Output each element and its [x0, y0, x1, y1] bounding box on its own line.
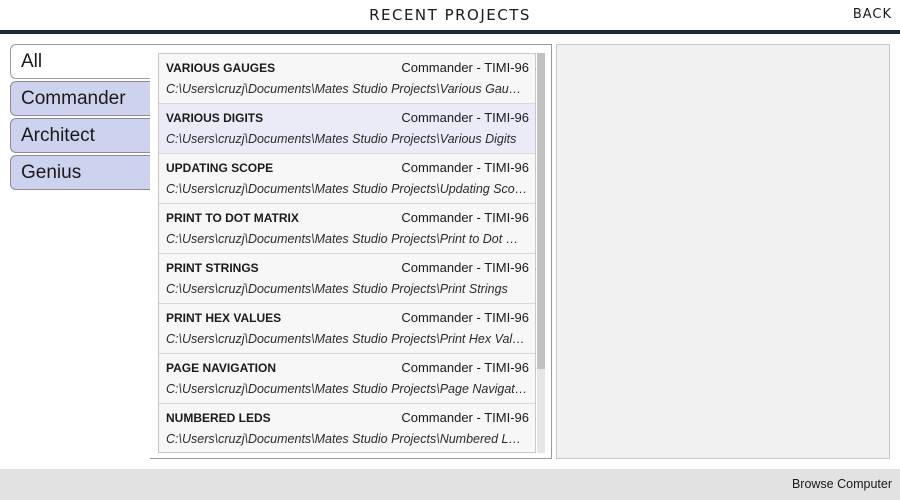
- project-path: C:\Users\cruzj\Documents\Mates Studio Pr…: [166, 82, 528, 96]
- project-name: VARIOUS GAUGES: [166, 61, 276, 75]
- project-row[interactable]: UPDATING SCOPE Commander - TIMI-96 C:\Us…: [159, 154, 535, 204]
- project-path: C:\Users\cruzj\Documents\Mates Studio Pr…: [166, 232, 528, 246]
- project-device: Commander - TIMI-96: [401, 360, 529, 375]
- project-row[interactable]: PAGE NAVIGATION Commander - TIMI-96 C:\U…: [159, 354, 535, 404]
- project-name: PAGE NAVIGATION: [166, 361, 277, 375]
- project-name: VARIOUS DIGITS: [166, 111, 264, 125]
- project-device: Commander - TIMI-96: [401, 210, 529, 225]
- project-path: C:\Users\cruzj\Documents\Mates Studio Pr…: [166, 182, 528, 196]
- project-device: Commander - TIMI-96: [401, 260, 529, 275]
- footer-bar: Browse Computer: [0, 469, 900, 500]
- project-row[interactable]: NUMBERED LEDS Commander - TIMI-96 C:\Use…: [159, 404, 535, 452]
- project-row[interactable]: PRINT STRINGS Commander - TIMI-96 C:\Use…: [159, 254, 535, 304]
- project-list-scrollbar[interactable]: [537, 53, 545, 453]
- project-device: Commander - TIMI-96: [401, 60, 529, 75]
- project-device: Commander - TIMI-96: [401, 410, 529, 425]
- project-name: PRINT TO DOT MATRIX: [166, 211, 299, 225]
- page-title: RECENT PROJECTS: [369, 6, 531, 24]
- header-divider: [0, 30, 900, 34]
- project-row[interactable]: PRINT TO DOT MATRIX Commander - TIMI-96 …: [159, 204, 535, 254]
- project-name: UPDATING SCOPE: [166, 161, 274, 175]
- browse-computer-button[interactable]: Browse Computer: [792, 477, 892, 491]
- project-name: PRINT STRINGS: [166, 261, 259, 275]
- device-tabs: All Commander Architect Genius: [10, 44, 151, 192]
- project-device: Commander - TIMI-96: [401, 160, 529, 175]
- project-name: NUMBERED LEDS: [166, 411, 271, 425]
- tab-architect[interactable]: Architect: [10, 118, 151, 153]
- project-path: C:\Users\cruzj\Documents\Mates Studio Pr…: [166, 432, 528, 446]
- project-path: C:\Users\cruzj\Documents\Mates Studio Pr…: [166, 332, 528, 346]
- scrollbar-thumb[interactable]: [537, 53, 545, 369]
- tab-all[interactable]: All: [10, 44, 151, 79]
- project-path: C:\Users\cruzj\Documents\Mates Studio Pr…: [166, 382, 528, 396]
- project-preview-panel: [556, 44, 890, 459]
- project-name: PRINT HEX VALUES: [166, 311, 282, 325]
- project-path: C:\Users\cruzj\Documents\Mates Studio Pr…: [166, 282, 508, 296]
- back-button[interactable]: BACK: [853, 7, 892, 22]
- header-bar: RECENT PROJECTS BACK: [0, 0, 900, 30]
- project-list: VARIOUS GAUGES Commander - TIMI-96 C:\Us…: [158, 53, 536, 453]
- project-device: Commander - TIMI-96: [401, 110, 529, 125]
- project-row[interactable]: VARIOUS GAUGES Commander - TIMI-96 C:\Us…: [159, 54, 535, 104]
- tab-commander[interactable]: Commander: [10, 81, 151, 116]
- project-row[interactable]: VARIOUS DIGITS Commander - TIMI-96 C:\Us…: [159, 104, 535, 154]
- project-row[interactable]: PRINT HEX VALUES Commander - TIMI-96 C:\…: [159, 304, 535, 354]
- tab-genius[interactable]: Genius: [10, 155, 151, 190]
- project-device: Commander - TIMI-96: [401, 310, 529, 325]
- project-path: C:\Users\cruzj\Documents\Mates Studio Pr…: [166, 132, 517, 146]
